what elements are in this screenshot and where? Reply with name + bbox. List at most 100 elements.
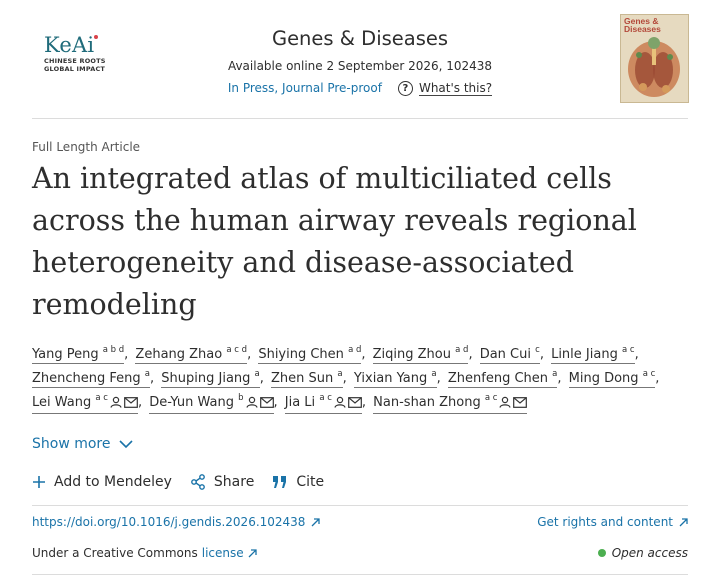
author-link[interactable]: Ming Dong a c [568,370,656,388]
author-separator: , [342,371,351,386]
author-name: Linle Jiang [551,347,618,362]
doi-text: https://doi.org/10.1016/j.gendis.2026.10… [32,515,306,529]
open-access-label: Open access [611,546,688,560]
envelope-icon [259,397,274,412]
author-separator: , [557,371,566,386]
author-separator: , [247,347,256,362]
available-online: Available online 2 September 2026, 10243… [227,59,493,73]
journal-title-link[interactable]: Genes & Diseases [272,27,448,50]
cite-button[interactable]: Cite [272,474,324,490]
author-separator: , [259,371,269,386]
author-name: Shuping Jiang [161,371,251,386]
author-name: Shiying Chen [258,347,344,362]
envelope-icon [513,397,528,412]
author-name: Zhen Sun [271,371,334,386]
journal-header: KeAi CHINESE ROOTS GLOBAL IMPACT Genes &… [0,0,718,118]
show-more-label: Show more [32,436,111,452]
license-link[interactable]: license [202,546,257,560]
license-prefix: Under a Creative Commons [32,546,198,560]
author-link[interactable]: Dan Cui c [479,346,540,364]
author-affiliation: b [238,393,244,403]
header-divider [32,118,688,119]
author-link[interactable]: Ziqing Zhou a d [372,345,469,364]
logo-text: KeAi [44,33,95,57]
journal-info: Genes & Diseases Available online 2 Sept… [200,26,520,96]
whats-this-label: What's this? [418,80,493,96]
author-separator: , [273,395,282,410]
author-name: Yang Peng [32,347,99,362]
author-link[interactable]: Zhen Sun a [271,370,343,388]
author-link[interactable]: Jia Li a c [284,393,362,414]
author-affiliation: a [254,369,260,379]
mendeley-label: Add to Mendeley [54,474,172,490]
actions-divider [32,505,688,506]
article-type: Full Length Article [32,140,141,154]
logo-dot-icon [94,35,98,39]
license-link-label: license [201,546,244,560]
author-separator: , [539,347,549,362]
doi-link[interactable]: https://doi.org/10.1016/j.gendis.2026.10… [32,515,321,529]
journal-status: In Press, Journal Pre-proof ? What's thi… [200,80,520,96]
author-name: Ziqing Zhou [372,347,451,362]
author-link[interactable]: Shiying Chen a d [258,345,362,364]
author-separator: , [150,371,159,386]
journal-cover-image[interactable]: Genes & Diseases [620,14,689,103]
chevron-down-icon [118,439,133,448]
author-separator: , [361,395,371,410]
author-name: Lei Wang [32,395,92,410]
author-separator: , [137,395,147,410]
author-affiliation: a c [95,393,108,403]
external-arrow-icon [248,548,257,557]
question-icon: ? [397,80,413,96]
whats-this-button[interactable]: ? What's this? [397,80,493,96]
author-link[interactable]: Nan-shan Zhong a c [373,393,528,414]
author-affiliation: a c [484,393,498,403]
author-link[interactable]: Lei Wang a c [32,393,138,414]
license-notice: Under a Creative Commons license [32,546,257,560]
author-name: Ming Dong [568,371,639,386]
external-arrow-icon [311,517,321,526]
author-name: Dan Cui [479,347,531,362]
author-name: Zhenfeng Chen [447,371,549,386]
author-link[interactable]: Zehang Zhao a c d [135,345,248,364]
external-arrow-icon [679,517,688,526]
author-separator: , [124,347,133,362]
author-name: Zhencheng Feng [32,371,141,386]
rights-link[interactable]: Get rights and content [537,515,688,529]
author-separator: , [436,371,445,386]
author-affiliation: a c [319,393,332,403]
add-to-mendeley-button[interactable]: Add to Mendeley [32,474,172,490]
author-link[interactable]: Zhenfeng Chen a [447,370,558,388]
cite-label: Cite [296,474,325,490]
author-name: Yixian Yang [353,371,428,386]
envelope-icon [348,397,362,412]
author-link[interactable]: Zhencheng Feng a [32,370,151,388]
author-affiliation: a d [455,345,469,355]
author-name: Nan-shan Zhong [373,395,481,410]
plus-icon [33,476,45,488]
author-link[interactable]: Linle Jiang a c [551,346,635,364]
author-name: Jia Li [284,395,316,410]
person-icon [499,396,512,412]
author-name: De-Yun Wang [149,395,234,410]
author-link[interactable]: De-Yun Wang b [149,393,274,414]
person-icon [110,396,122,412]
article-title: An integrated atlas of multiciliated cel… [32,162,637,321]
author-affiliation: a d [348,345,362,355]
show-more-button[interactable]: Show more [32,436,133,452]
author-link[interactable]: Yixian Yang a [353,370,437,388]
author-affiliation: a c d [226,345,248,355]
author-link[interactable]: Shuping Jiang a [161,369,260,388]
author-separator: , [468,347,477,362]
envelope-icon [124,397,138,412]
publisher-logo[interactable]: KeAi CHINESE ROOTS GLOBAL IMPACT [44,34,106,73]
in-press-link[interactable]: In Press, Journal Pre-proof [228,80,382,96]
author-link[interactable]: Yang Peng a b d [32,346,125,364]
author-name: Zehang Zhao [135,347,223,362]
quote-icon [273,476,287,488]
author-separator: , [361,347,370,362]
share-button[interactable]: Share [190,474,254,490]
person-icon [245,396,258,412]
open-access-dot-icon [597,549,606,557]
person-icon [334,396,346,412]
